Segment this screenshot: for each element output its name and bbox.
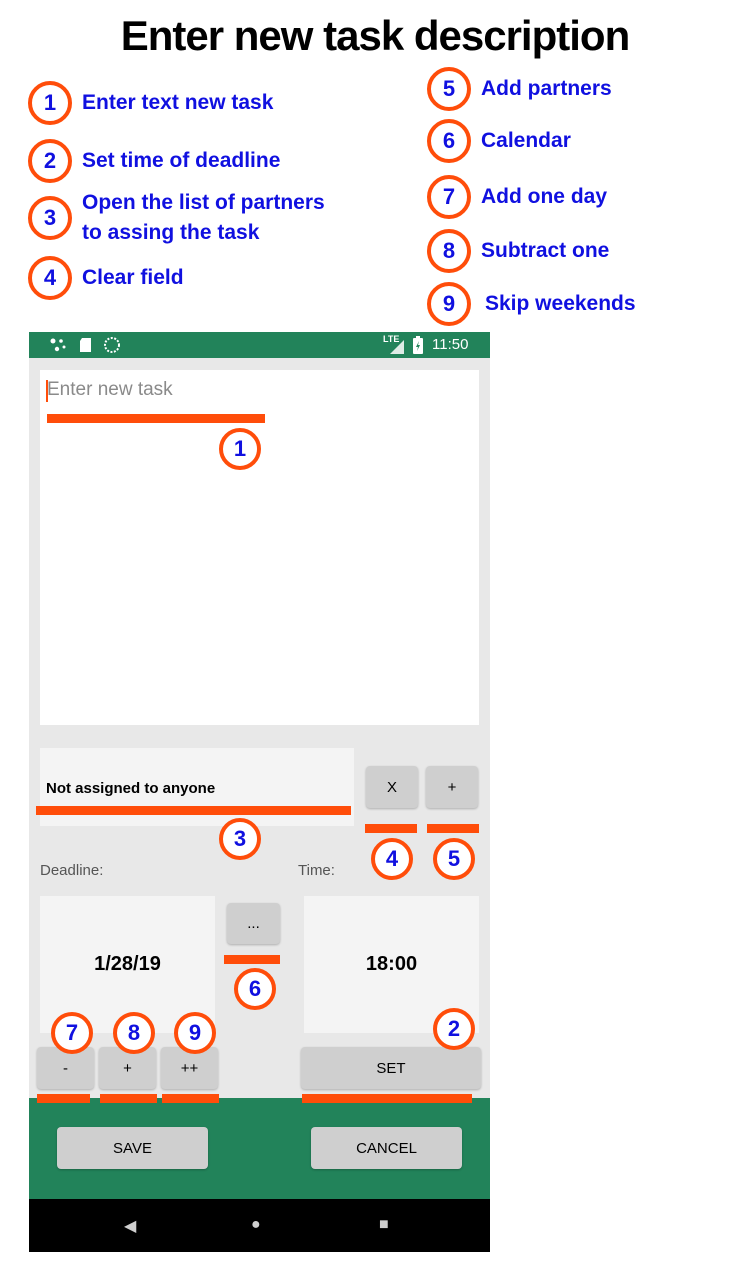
navigation-bar: ◀ ● ■: [29, 1199, 490, 1252]
assistant-icon: [49, 337, 67, 357]
clear-field-button[interactable]: X: [366, 766, 418, 808]
set-time-button[interactable]: SET: [301, 1047, 481, 1089]
legend-text-3: Open the list of partners to assing the …: [82, 191, 325, 244]
annotation-bar-4: [365, 824, 417, 833]
phone-screen: LTE 11:50 Enter new task Not assigned to…: [29, 332, 490, 1252]
task-text-input[interactable]: Enter new task: [40, 370, 479, 725]
task-placeholder: Enter new task: [47, 379, 173, 400]
legend-item-6: 6 Calendar: [427, 119, 571, 163]
sd-card-icon: [79, 337, 93, 357]
number-badge-8: 8: [427, 229, 471, 273]
recents-icon[interactable]: ■: [379, 1216, 389, 1234]
sync-icon: [103, 336, 121, 358]
legend-item-4: 4 Clear field: [28, 256, 184, 300]
page-title: Enter new task description: [120, 12, 630, 59]
number-badge-3: 3: [28, 196, 72, 240]
annotation-bar-5: [427, 824, 479, 833]
add-partner-button[interactable]: +: [426, 766, 478, 808]
annotation-bar-8: [100, 1094, 157, 1103]
marker-5: 5: [433, 838, 475, 880]
legend-item-1: 1 Enter text new task: [28, 81, 273, 125]
marker-4: 4: [371, 838, 413, 880]
marker-6: 6: [234, 968, 276, 1010]
annotation-bar-1: [47, 414, 265, 423]
marker-1: 1: [219, 428, 261, 470]
legend-text-7: Add one day: [481, 185, 608, 208]
marker-2: 2: [433, 1008, 475, 1050]
marker-9: 9: [174, 1012, 216, 1054]
subtract-one-day-button[interactable]: +: [99, 1047, 156, 1089]
annotation-bar-3: [36, 806, 351, 815]
cancel-button[interactable]: CANCEL: [311, 1127, 462, 1169]
status-bar: LTE 11:50: [29, 332, 490, 358]
back-icon[interactable]: ◀: [124, 1216, 136, 1236]
clock-text: 11:50: [432, 336, 469, 353]
deadline-label: Deadline:: [40, 862, 104, 879]
marker-3: 3: [219, 818, 261, 860]
action-bar: SAVE CANCEL: [29, 1098, 490, 1199]
annotation-bar-2: [302, 1094, 472, 1103]
number-badge-6: 6: [427, 119, 471, 163]
legend-text-1: Enter text new task: [82, 91, 274, 114]
number-badge-4: 4: [28, 256, 72, 300]
legend-text-6: Calendar: [481, 129, 571, 152]
number-badge-9: 9: [427, 282, 471, 326]
legend-text-4: Clear field: [82, 266, 184, 289]
number-badge-2: 2: [28, 139, 72, 183]
legend-item-9: 9 Skip weekends: [427, 282, 636, 326]
annotation-bar-9: [162, 1094, 219, 1103]
add-one-day-button[interactable]: -: [37, 1047, 94, 1089]
legend-item-5: 5 Add partners: [427, 67, 612, 111]
home-icon[interactable]: ●: [251, 1216, 261, 1234]
number-badge-7: 7: [427, 175, 471, 219]
number-badge-5: 5: [427, 67, 471, 111]
time-label: Time:: [298, 862, 335, 879]
legend-text-9: Skip weekends: [485, 292, 636, 315]
calendar-button[interactable]: ...: [227, 903, 280, 944]
marker-7: 7: [51, 1012, 93, 1054]
legend-text-8: Subtract one: [481, 239, 610, 262]
annotation-bar-7: [37, 1094, 90, 1103]
legend-item-8: 8 Subtract one: [427, 229, 609, 273]
number-badge-1: 1: [28, 81, 72, 125]
legend-item-2: 2 Set time of deadline: [28, 139, 280, 183]
legend-item-7: 7 Add one day: [427, 175, 607, 219]
battery-icon: [413, 336, 423, 358]
save-button[interactable]: SAVE: [57, 1127, 208, 1169]
legend-text-5: Add partners: [481, 77, 612, 100]
signal-icon: [389, 339, 405, 359]
annotation-bar-6: [224, 955, 280, 964]
legend-text-2: Set time of deadline: [82, 149, 281, 172]
marker-8: 8: [113, 1012, 155, 1054]
assigned-partners-text: Not assigned to anyone: [46, 780, 216, 797]
legend-item-3: 3 Open the list of partners to assing th…: [28, 188, 325, 248]
